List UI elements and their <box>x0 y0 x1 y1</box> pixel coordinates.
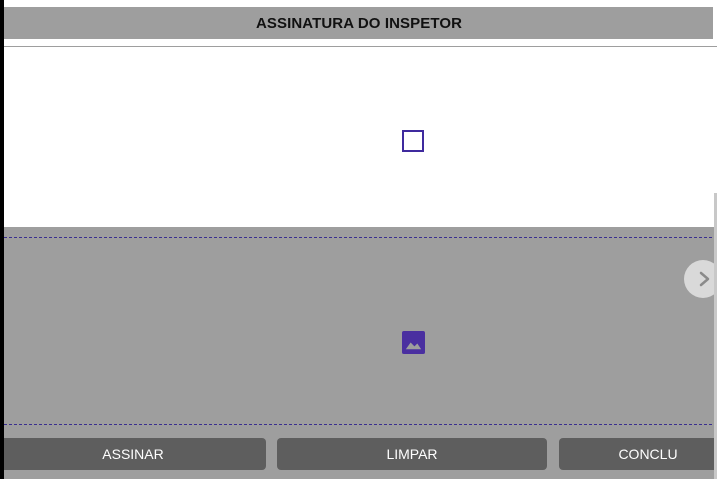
checkbox-section <box>4 47 717 227</box>
signature-screen: ASSINATURA DO INSPETOR ASSINAR LIMPAR CO… <box>4 0 717 479</box>
header-bar: ASSINATURA DO INSPETOR <box>4 7 713 39</box>
top-strip <box>4 0 717 7</box>
page-title: ASSINATURA DO INSPETOR <box>255 14 463 32</box>
clear-button[interactable]: LIMPAR <box>277 438 547 470</box>
sign-button-label: ASSINAR <box>102 446 164 462</box>
next-arrow-button[interactable] <box>684 260 717 298</box>
confirm-checkbox[interactable] <box>402 130 424 152</box>
action-bar: ASSINAR LIMPAR CONCLU <box>4 437 717 479</box>
signature-pad[interactable] <box>4 237 717 425</box>
clear-button-label: LIMPAR <box>386 446 438 462</box>
finish-button[interactable]: CONCLU <box>559 438 717 470</box>
image-icon <box>402 331 425 354</box>
chevron-right-icon <box>699 271 710 287</box>
finish-button-label: CONCLU <box>618 446 678 462</box>
signature-section <box>4 227 717 437</box>
sign-button[interactable]: ASSINAR <box>4 438 266 470</box>
